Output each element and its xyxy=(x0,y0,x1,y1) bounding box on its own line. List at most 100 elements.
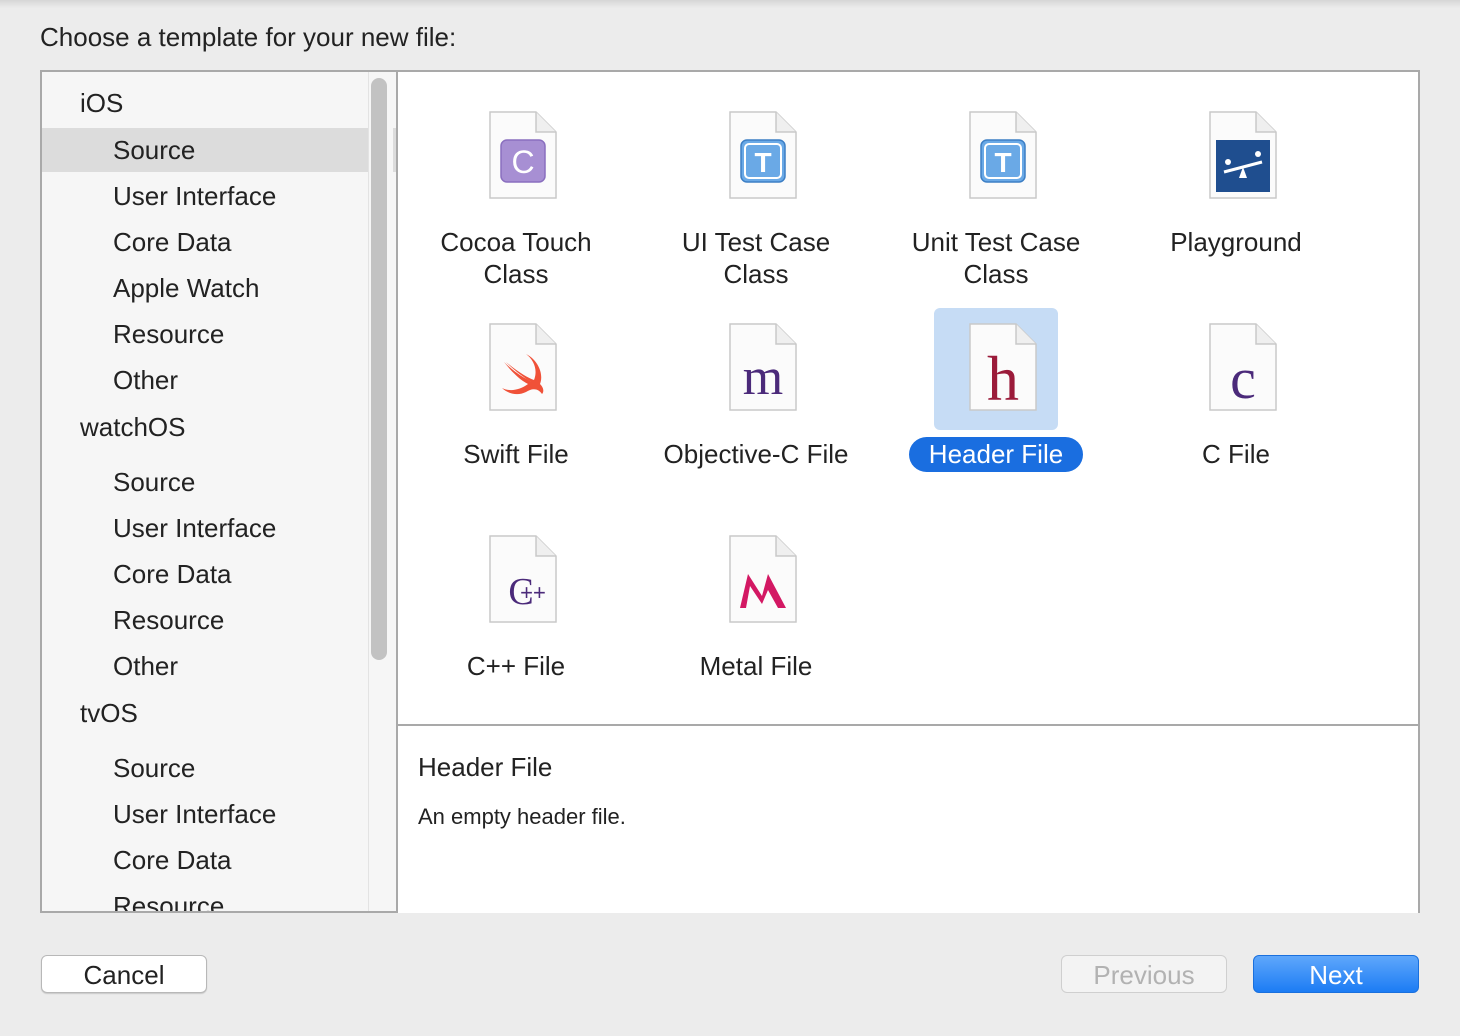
sidebar-item-tvos-user-interface[interactable]: User Interface xyxy=(42,792,396,836)
sidebar-group-title: iOS xyxy=(80,88,124,118)
template-icon-wrap xyxy=(1174,96,1298,218)
sidebar-item-ios-apple-watch[interactable]: Apple Watch xyxy=(42,266,396,310)
cpp-file-icon: C ++ xyxy=(488,534,558,624)
description-title: Header File xyxy=(418,752,553,782)
sidebar-item-watchos-source[interactable]: Source xyxy=(42,460,396,504)
template-header-file[interactable]: h Header File xyxy=(876,302,1116,502)
template-c-file[interactable]: c C File xyxy=(1116,302,1356,502)
template-label: Cocoa Touch Class xyxy=(396,226,636,290)
template-label: Playground xyxy=(1116,226,1356,258)
svg-text:C: C xyxy=(511,144,534,180)
sidebar-item-label: Core Data xyxy=(113,845,232,875)
sidebar-group-title: tvOS xyxy=(80,698,138,728)
template-description: Header File An empty header file. xyxy=(398,724,1418,913)
template-objective-c-file[interactable]: m Objective-C File xyxy=(636,302,876,502)
template-label: Metal File xyxy=(636,650,876,682)
template-label-text: C File xyxy=(1202,439,1270,469)
cancel-button[interactable]: Cancel xyxy=(41,955,207,993)
cocoa-touch-class-icon: C xyxy=(488,110,558,200)
template-label-text: Cocoa Touch Class xyxy=(440,227,592,289)
template-swift-file[interactable]: Swift File xyxy=(396,302,636,502)
sidebar-item-ios-core-data[interactable]: Core Data xyxy=(42,220,396,264)
sidebar-item-label: User Interface xyxy=(113,513,277,543)
template-label-text: Swift File xyxy=(463,439,569,469)
sidebar-item-label: Source xyxy=(113,135,196,165)
header-file-icon: h xyxy=(968,322,1038,414)
template-label-text: Header File xyxy=(908,437,1084,472)
template-label: Swift File xyxy=(396,438,636,470)
template-playground[interactable]: Playground xyxy=(1116,90,1356,290)
template-label-text: C++ File xyxy=(466,651,566,681)
svg-text:h: h xyxy=(987,343,1019,412)
template-label-text: Unit Test Case Class xyxy=(911,227,1081,289)
template-label-text: UI Test Case Class xyxy=(681,227,831,289)
sidebar-item-watchos-core-data[interactable]: Core Data xyxy=(42,552,396,596)
template-unit-test-case-class[interactable]: T Unit Test Case Class xyxy=(876,90,1116,290)
dialog-prompt: Choose a template for your new file: xyxy=(40,22,457,52)
svg-text:T: T xyxy=(994,147,1011,178)
sidebar-item-ios-resource[interactable]: Resource xyxy=(42,312,396,356)
objective-c-file-icon: m xyxy=(728,322,798,412)
svg-text:m: m xyxy=(743,349,783,406)
sidebar-item-label: Other xyxy=(113,651,179,681)
sidebar-item-label: Resource xyxy=(113,319,225,349)
sidebar-item-ios-user-interface[interactable]: User Interface xyxy=(42,174,396,218)
template-icon-wrap xyxy=(454,308,578,430)
template-icon-wrap: C ++ xyxy=(454,520,578,642)
sidebar-group-watchos: watchOS xyxy=(42,410,396,450)
template-grid: C Cocoa Touch Class T UI Test Case Class T Un… xyxy=(398,72,1418,724)
template-chooser: iOS Source User Interface Core Data Apple Wa… xyxy=(40,70,1420,913)
template-icon-wrap xyxy=(694,520,818,642)
template-label: C File xyxy=(1116,438,1356,470)
sidebar-item-label: User Interface xyxy=(113,799,277,829)
template-metal-file[interactable]: Metal File xyxy=(636,514,876,714)
template-label-text: Playground xyxy=(1170,227,1302,257)
template-icon-wrap: h xyxy=(934,308,1058,430)
swift-file-icon xyxy=(488,322,558,412)
window-top-edge xyxy=(0,0,1460,8)
template-label-text: Metal File xyxy=(699,651,813,681)
sidebar-item-tvos-resource[interactable]: Resource xyxy=(42,884,396,911)
previous-button[interactable]: Previous xyxy=(1061,955,1227,993)
svg-text:++: ++ xyxy=(520,580,546,605)
template-icon-wrap: c xyxy=(1174,308,1298,430)
description-text: An empty header file. xyxy=(418,804,626,829)
sidebar-item-ios-other[interactable]: Other xyxy=(42,358,396,402)
template-label: Header File xyxy=(876,437,1116,472)
template-cplusplus-file[interactable]: C ++ C++ File xyxy=(396,514,636,714)
template-icon-wrap: m xyxy=(694,308,818,430)
sidebar-group-tvos: tvOS xyxy=(42,696,396,736)
sidebar-item-label: Apple Watch xyxy=(113,273,260,303)
sidebar-item-tvos-source[interactable]: Source xyxy=(42,746,396,790)
sidebar-item-tvos-core-data[interactable]: Core Data xyxy=(42,838,396,882)
next-button[interactable]: Next xyxy=(1253,955,1419,993)
playground-icon xyxy=(1208,110,1278,200)
sidebar-item-label: Resource xyxy=(113,605,225,635)
template-label: UI Test Case Class xyxy=(636,226,876,290)
unit-test-case-icon: T xyxy=(968,110,1038,200)
sidebar-scrollbar-thumb[interactable] xyxy=(371,78,387,660)
ui-test-case-icon: T xyxy=(728,110,798,200)
sidebar-item-watchos-user-interface[interactable]: User Interface xyxy=(42,506,396,550)
svg-text:c: c xyxy=(1230,346,1256,411)
sidebar-item-label: Source xyxy=(113,467,196,497)
template-label-text: Objective-C File xyxy=(663,439,849,469)
template-ui-test-case-class[interactable]: T UI Test Case Class xyxy=(636,90,876,290)
sidebar-item-label: Resource xyxy=(113,891,225,911)
sidebar-item-watchos-resource[interactable]: Resource xyxy=(42,598,396,642)
template-label: Objective-C File xyxy=(636,438,876,470)
template-label: Unit Test Case Class xyxy=(876,226,1116,290)
sidebar-item-label: User Interface xyxy=(113,181,277,211)
metal-file-icon xyxy=(728,534,798,624)
sidebar-item-watchos-other[interactable]: Other xyxy=(42,644,396,688)
template-cocoa-touch-class[interactable]: C Cocoa Touch Class xyxy=(396,90,636,290)
sidebar: iOS Source User Interface Core Data Apple Wa… xyxy=(42,72,398,911)
template-label: C++ File xyxy=(396,650,636,682)
sidebar-group-title: watchOS xyxy=(80,412,186,442)
sidebar-item-label: Source xyxy=(113,753,196,783)
sidebar-item-label: Core Data xyxy=(113,227,232,257)
template-icon-wrap: T xyxy=(694,96,818,218)
svg-text:T: T xyxy=(754,147,771,178)
sidebar-item-label: Core Data xyxy=(113,559,232,589)
sidebar-item-ios-source[interactable]: Source xyxy=(42,128,396,172)
